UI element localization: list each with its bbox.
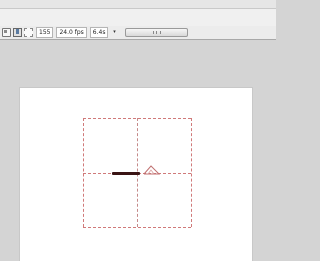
timeline-horizontal-scrollbar[interactable] (125, 28, 188, 37)
scrollbar-grip-icon[interactable] (153, 31, 161, 34)
timeline-options-dropdown[interactable]: ▾ (111, 28, 117, 37)
triangle-outline-shape[interactable] (143, 164, 161, 176)
menu-strip (0, 0, 276, 9)
guide-left[interactable] (83, 118, 84, 227)
timeline-status-bar: 155 24.0 fps 6.4s ▾ (0, 26, 276, 40)
stage-workspace[interactable] (0, 40, 276, 261)
current-frame-field[interactable]: 155 (36, 27, 54, 38)
frame-rate-field[interactable]: 24.0 fps (56, 27, 87, 38)
dark-stroke-shape[interactable] (112, 172, 140, 175)
guide-bottom[interactable] (83, 227, 191, 228)
edit-multiple-frames-icon[interactable] (24, 28, 33, 37)
elapsed-time-field: 6.4s (89, 27, 109, 38)
onion-skin-icon[interactable] (2, 28, 11, 37)
guide-right[interactable] (191, 118, 192, 227)
toolbar-strip (0, 9, 276, 27)
onion-skin-outlines-icon[interactable] (13, 28, 22, 37)
stage-canvas[interactable] (20, 88, 252, 261)
